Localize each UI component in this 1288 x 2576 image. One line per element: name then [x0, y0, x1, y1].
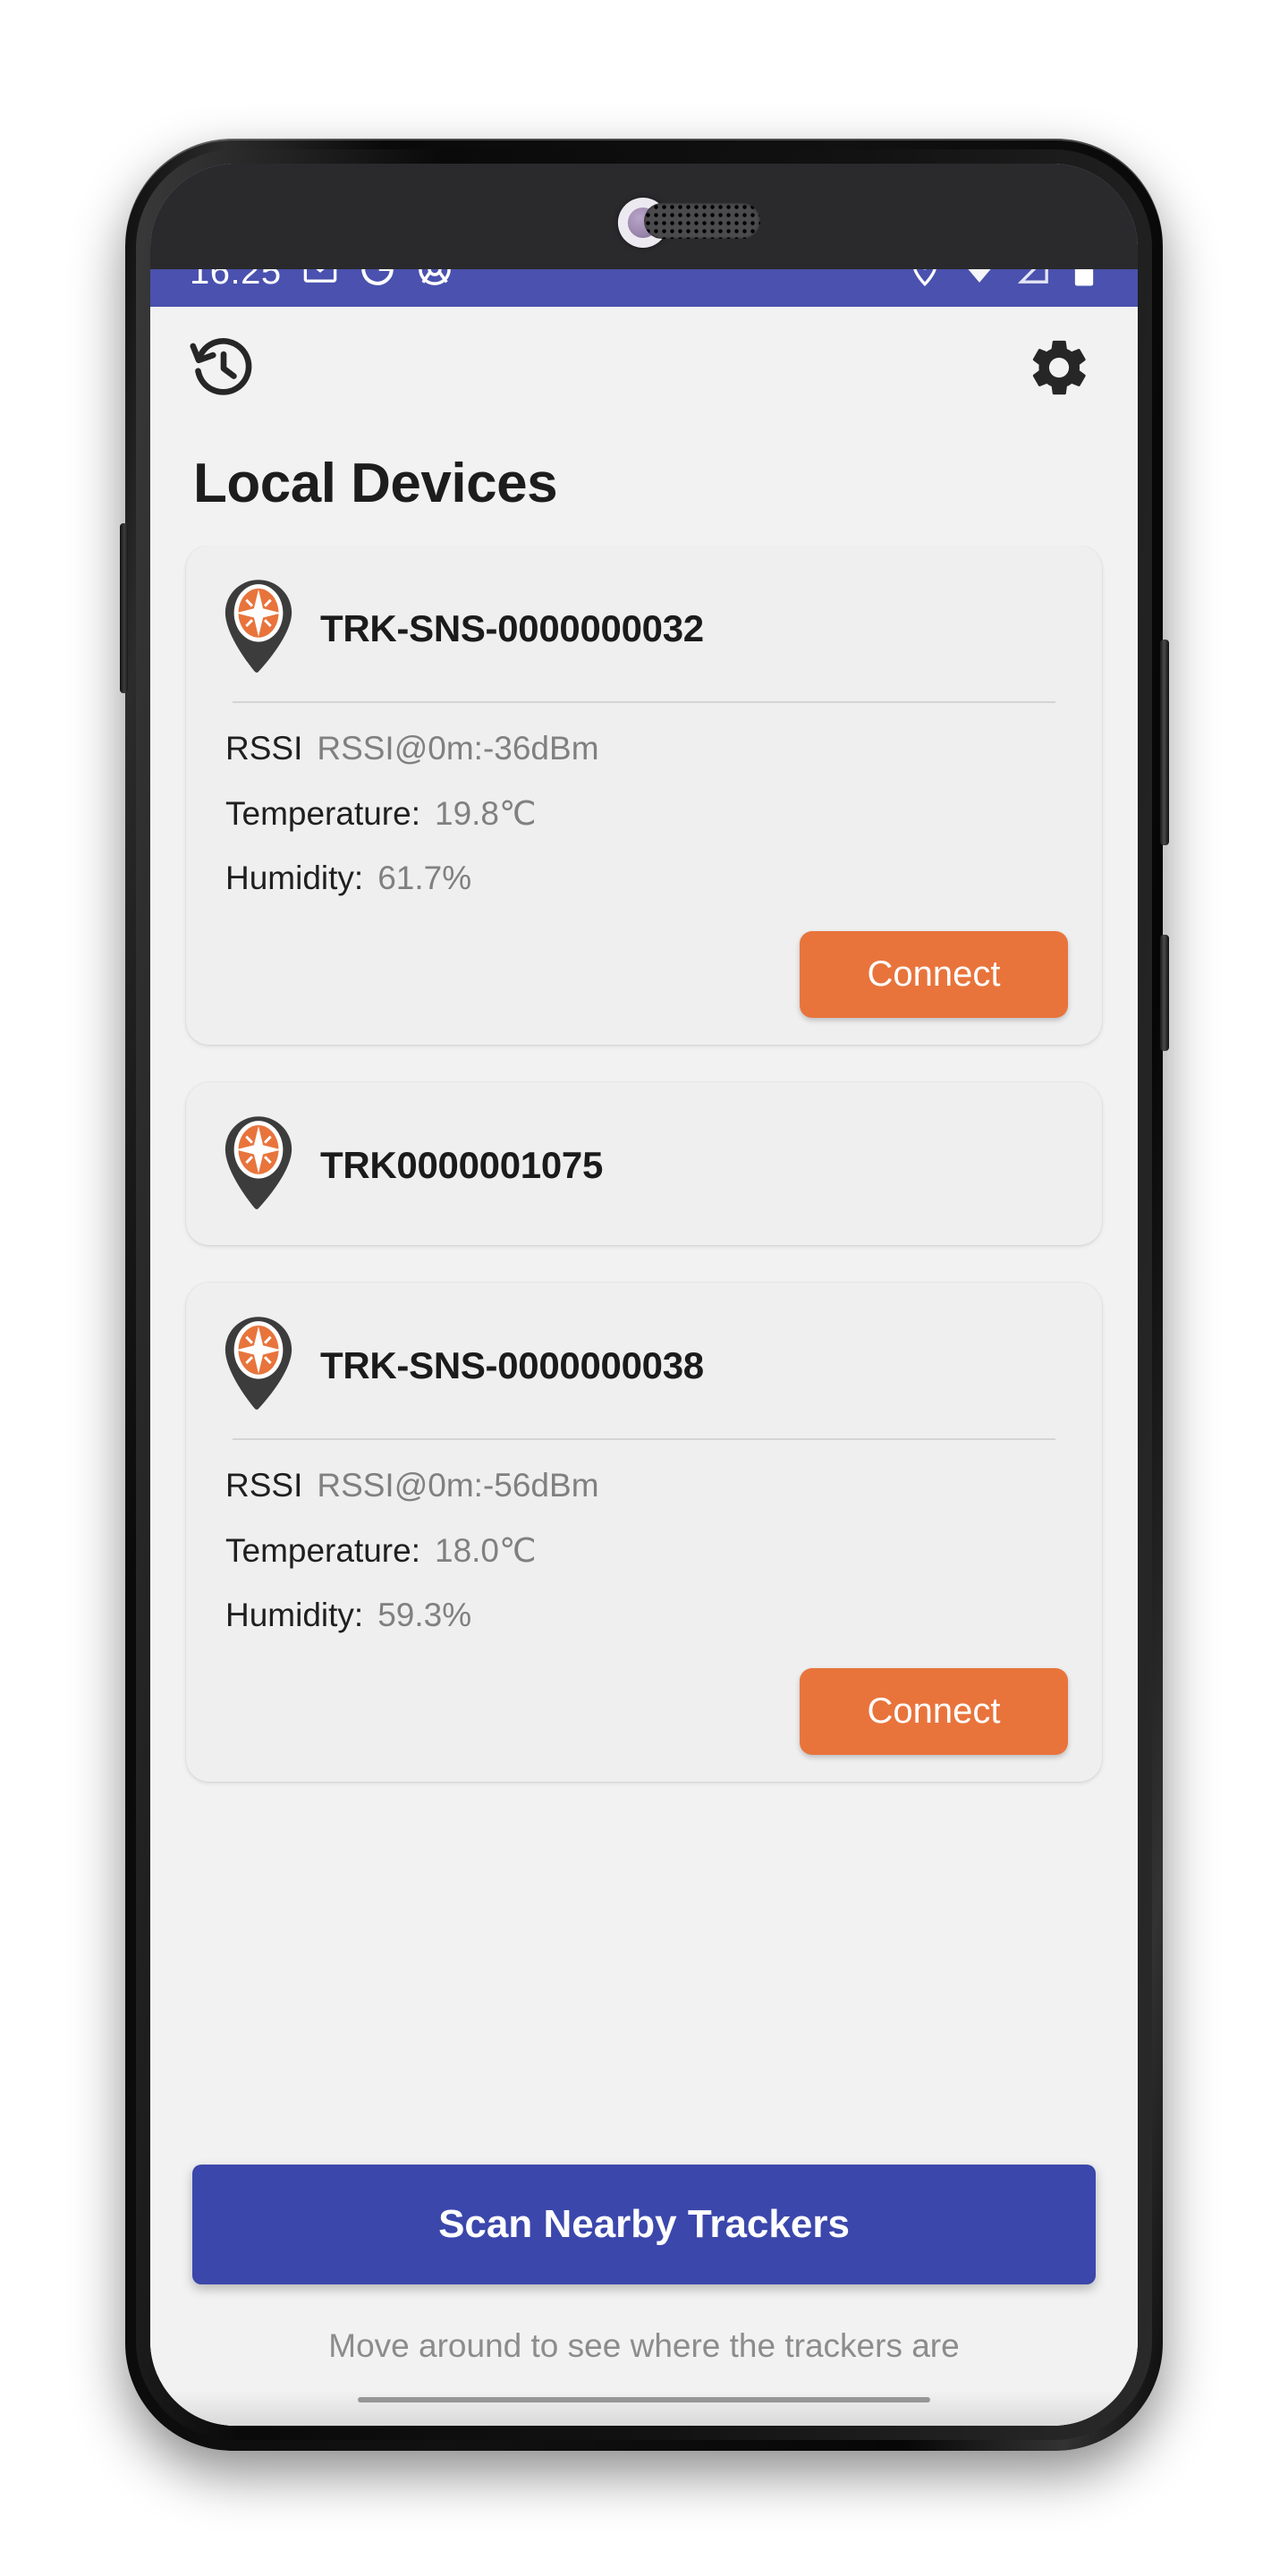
phone-screen: 16:25 Local Devices TRK-SNS-0000000032 R… [150, 164, 1138, 2426]
humidity-value: 59.3% [377, 1597, 472, 1633]
temperature-value: 19.8℃ [435, 795, 537, 832]
temperature-row: Temperature: 19.8℃ [225, 794, 1063, 833]
rssi-value: RSSI@0m:-56dBm [317, 1467, 599, 1504]
temperature-label: Temperature: [225, 1532, 420, 1569]
history-button[interactable] [186, 332, 261, 407]
connect-button[interactable]: Connect [800, 1668, 1068, 1755]
temperature-label: Temperature: [225, 795, 420, 832]
humidity-label: Humidity: [225, 860, 364, 896]
humidity-row: Humidity: 61.7% [225, 860, 1063, 897]
device-metrics: RSSI RSSI@0m:-36dBm Temperature: 19.8℃ H… [220, 703, 1068, 897]
scan-nearby-trackers-button[interactable]: Scan Nearby Trackers [192, 2165, 1096, 2284]
map-pin-compass-icon [220, 1315, 297, 1418]
app-content: Local Devices TRK-SNS-0000000032 RSSI RS… [150, 307, 1138, 2426]
device-list[interactable]: TRK-SNS-0000000032 RSSI RSSI@0m:-36dBm T… [150, 546, 1138, 2426]
gesture-nav-bar[interactable] [358, 2397, 930, 2402]
screenshot-canvas: 16:25 Local Devices TRK-SNS-0000000032 R… [0, 0, 1288, 2576]
device-card[interactable]: TRK-SNS-0000000038 RSSI RSSI@0m:-56dBm T… [186, 1283, 1102, 1782]
device-card-actions: Connect [220, 1661, 1068, 1755]
history-icon [190, 334, 258, 406]
app-bar [150, 307, 1138, 432]
device-card[interactable]: TRK0000001075 [186, 1082, 1102, 1245]
phone-notch-bezel [150, 164, 1138, 269]
rssi-row: RSSI RSSI@0m:-36dBm [225, 730, 1063, 767]
device-card-actions: Connect [220, 924, 1068, 1018]
map-pin-compass-icon [220, 578, 297, 681]
device-name: TRK-SNS-0000000038 [320, 1344, 704, 1386]
rssi-label: RSSI [225, 1467, 303, 1504]
volume-button[interactable] [1160, 935, 1169, 1051]
temperature-row: Temperature: 18.0℃ [225, 1531, 1063, 1570]
temperature-value: 18.0℃ [435, 1532, 537, 1569]
assistant-button[interactable] [120, 523, 128, 693]
page-title: Local Devices [193, 453, 558, 514]
rssi-value: RSSI@0m:-36dBm [317, 730, 599, 767]
settings-button[interactable] [1021, 332, 1097, 407]
device-card-header: TRK-SNS-0000000032 [220, 576, 1068, 682]
device-card[interactable]: TRK-SNS-0000000032 RSSI RSSI@0m:-36dBm T… [186, 546, 1102, 1045]
humidity-label: Humidity: [225, 1597, 364, 1633]
rssi-label: RSSI [225, 730, 303, 767]
map-pin-compass-icon [220, 1114, 297, 1217]
device-metrics: RSSI RSSI@0m:-56dBm Temperature: 18.0℃ H… [220, 1440, 1068, 1634]
bottom-bar: Scan Nearby Trackers Move around to see … [150, 2145, 1138, 2426]
scan-hint-text: Move around to see where the trackers ar… [328, 2327, 960, 2364]
connect-button[interactable]: Connect [800, 931, 1068, 1018]
phone-device-frame: 16:25 Local Devices TRK-SNS-0000000032 R… [120, 139, 1169, 2451]
earpiece-speaker [644, 203, 760, 239]
device-name: TRK-SNS-0000000032 [320, 607, 704, 649]
device-card-header: TRK-SNS-0000000038 [220, 1313, 1068, 1419]
power-button[interactable] [1160, 640, 1169, 845]
gear-icon [1026, 335, 1092, 405]
humidity-value: 61.7% [377, 860, 472, 896]
humidity-row: Humidity: 59.3% [225, 1597, 1063, 1634]
device-card-header: TRK0000001075 [220, 1113, 1068, 1218]
device-name: TRK0000001075 [320, 1144, 604, 1186]
rssi-row: RSSI RSSI@0m:-56dBm [225, 1467, 1063, 1504]
